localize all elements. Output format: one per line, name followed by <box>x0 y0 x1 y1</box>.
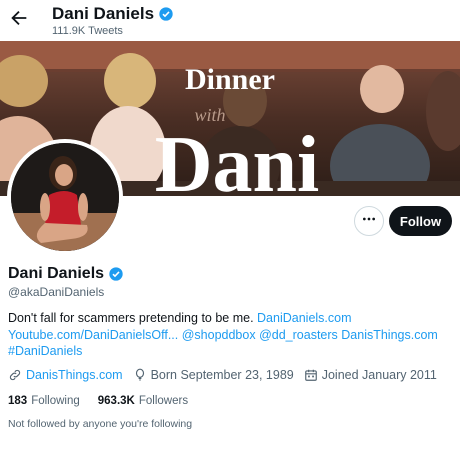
profile-name: Dani Daniels <box>8 265 124 283</box>
followers-number: 963.3K <box>97 395 135 407</box>
banner-title-line1: Dinner <box>185 63 275 96</box>
link-icon <box>9 369 21 381</box>
meta-joined: Joined January 2011 <box>304 368 437 382</box>
follow-button[interactable]: Follow <box>389 206 452 236</box>
birthday-text: Born September 23, 1989 <box>150 368 294 382</box>
top-bar: Dani Daniels 111.9K Tweets <box>0 0 460 41</box>
following-label: Following <box>31 395 80 407</box>
following-number: 183 <box>8 395 28 407</box>
meta-birthday: Born September 23, 1989 <box>133 368 294 382</box>
bio-link-danisthings[interactable]: DanisThings.com <box>341 328 438 342</box>
verified-badge-icon <box>108 266 124 282</box>
followers-label: Followers <box>138 395 189 407</box>
avatar[interactable] <box>7 139 123 255</box>
bio-hashtag[interactable]: #DaniDaniels <box>8 344 82 358</box>
profile-handle: @akaDaniDaniels <box>8 285 105 299</box>
verified-badge-icon <box>158 6 174 22</box>
header-name: Dani Daniels <box>52 4 174 24</box>
bio-mention-dd-roasters[interactable]: @dd_roasters <box>259 328 338 342</box>
tweet-count: 111.9K Tweets <box>52 25 123 37</box>
back-arrow-icon[interactable] <box>8 7 30 29</box>
bio-mention-shopddbox[interactable]: @shopddbox <box>182 328 256 342</box>
more-options-button[interactable] <box>354 206 384 236</box>
bio-text: Don't fall for scammers pretending to be… <box>8 311 258 325</box>
calendar-icon <box>304 369 317 381</box>
banner-title-line3: Dani <box>155 121 320 196</box>
joined-text: Joined January 2011 <box>321 368 437 382</box>
followers-count[interactable]: 963.3K Followers <box>98 395 188 407</box>
profile-meta: DanisThings.com Born September 23, 1989 … <box>8 368 447 382</box>
header-name-text: Dani Daniels <box>52 4 155 23</box>
bio-link-youtube[interactable]: Youtube.com/DaniDanielsOff... <box>8 328 178 342</box>
balloon-icon <box>135 368 144 381</box>
meta-website: DanisThings.com <box>8 368 123 382</box>
not-followed-note: Not followed by anyone you're following <box>8 418 193 430</box>
bio-link-website[interactable]: DaniDaniels.com <box>257 311 351 325</box>
profile-name-text: Dani Daniels <box>8 265 105 282</box>
more-horizontal-icon <box>361 211 377 232</box>
follow-counts: 183 Following 963.3K Followers <box>8 395 206 407</box>
website-link[interactable]: DanisThings.com <box>26 368 123 382</box>
profile-bio: Don't fall for scammers pretending to be… <box>8 310 448 360</box>
following-count[interactable]: 183 Following <box>8 395 80 407</box>
